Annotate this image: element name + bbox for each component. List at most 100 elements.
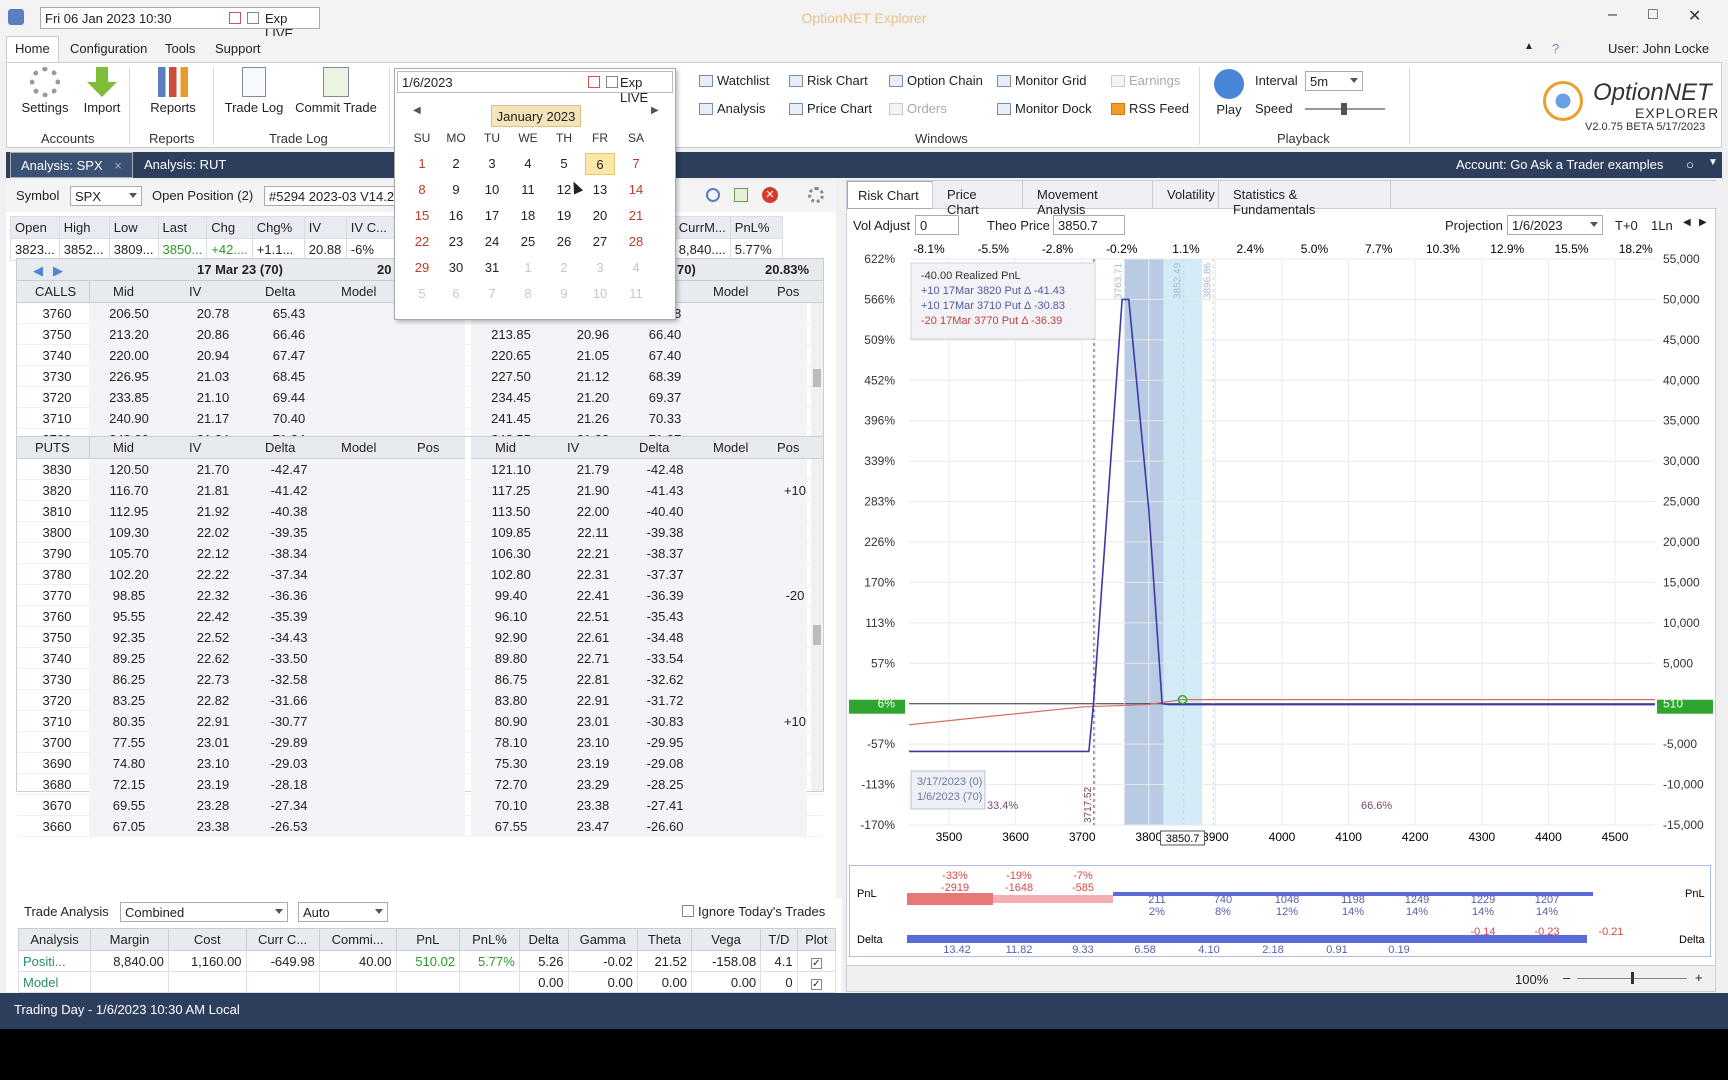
theo-price-input[interactable]: 3850.7 [1053, 215, 1125, 235]
calendar-day[interactable]: 22 [407, 231, 437, 253]
remove-icon[interactable]: ✕ [762, 187, 778, 203]
grid-settings-icon[interactable] [734, 188, 748, 202]
tab-volatility[interactable]: Volatility [1157, 181, 1219, 209]
pin-icon[interactable]: ○ [1686, 157, 1694, 172]
calendar-day[interactable]: 9 [441, 179, 471, 201]
column-header[interactable]: Pos [777, 440, 799, 455]
close-icon[interactable]: ✕ [1688, 6, 1701, 26]
column-header[interactable]: Model [713, 284, 748, 299]
maximize-icon[interactable]: □ [1648, 6, 1658, 24]
table-row[interactable]: 3740 89.25 22.62 -33.50 89.80 22.71 -33.54 [17, 648, 823, 669]
zoom-thumb[interactable] [1631, 972, 1634, 984]
calendar-day[interactable]: 7 [621, 153, 651, 175]
table-row[interactable]: 3800 109.30 22.02 -39.35 109.85 22.11 -39.38 [17, 522, 823, 543]
calendar-day[interactable]: 16 [441, 205, 471, 227]
menu-support[interactable]: Support [215, 41, 261, 56]
tab-stats[interactable]: Statistics & Fundamentals [1223, 181, 1391, 217]
calendar-day[interactable]: 21 [621, 205, 651, 227]
menu-configuration[interactable]: Configuration [70, 41, 147, 56]
gear-icon[interactable] [808, 187, 824, 203]
next-icon[interactable]: ▶ [1699, 217, 1707, 228]
prev-icon[interactable]: ◀ [1683, 217, 1691, 228]
calendar-day[interactable]: 20 [585, 205, 615, 227]
collapse-ribbon-icon[interactable]: ▲ [1524, 41, 1534, 52]
calendar-day[interactable]: 6 [585, 153, 615, 175]
calendar-day[interactable]: 11 [621, 283, 651, 305]
calendar-day[interactable]: 15 [407, 205, 437, 227]
date-picker-input[interactable]: 1/6/2023 Exp LIVE [397, 71, 673, 105]
calendar-day[interactable]: 2 [441, 153, 471, 175]
watchlist-button[interactable]: Watchlist [699, 73, 769, 88]
calendar-day[interactable]: 8 [513, 283, 543, 305]
prev-month-icon[interactable]: ◀ [413, 105, 421, 116]
calendar-day[interactable]: 27 [585, 231, 615, 253]
calendar-day[interactable]: 9 [549, 283, 579, 305]
risk-chart-button[interactable]: Risk Chart [789, 73, 868, 88]
open-position-select[interactable]: #5294 2023-03 V14.2 [264, 186, 398, 206]
calendar-day[interactable]: 5 [407, 283, 437, 305]
projection-select[interactable]: 1/6/2023 [1507, 215, 1603, 235]
calendar-day[interactable]: 1 [407, 153, 437, 175]
tab-analysis-rut[interactable]: Analysis: RUT [144, 157, 226, 172]
column-header[interactable]: IV [567, 440, 579, 455]
calendar-day[interactable]: 4 [513, 153, 543, 175]
calendar-day[interactable]: 14 [621, 179, 651, 201]
table-row[interactable]: 3700 77.55 23.01 -29.89 78.10 23.10 -29.95 [17, 732, 823, 753]
calendar-icon[interactable] [588, 76, 600, 88]
table-row[interactable]: 3820 116.70 21.81 -41.42 117.25 21.90 -41.43 +1… [17, 480, 823, 501]
next-expiry-icon[interactable]: ▶ [53, 263, 63, 279]
price-chart-button[interactable]: Price Chart [789, 101, 872, 116]
column-header[interactable]: Delta [639, 440, 669, 455]
calendar-day[interactable]: 24 [477, 231, 507, 253]
table-row[interactable]: 3750 92.35 22.52 -34.43 92.90 22.61 -34.48 [17, 627, 823, 648]
table-row[interactable]: 3830 120.50 21.70 -42.47 121.10 21.79 -42.48 [17, 459, 823, 480]
rss-feed-button[interactable]: RSS Feed [1111, 101, 1189, 116]
vol-adjust-input[interactable]: 0 [915, 215, 959, 235]
tab-risk-chart[interactable]: Risk Chart [847, 181, 933, 209]
calendar-day[interactable]: 6 [441, 283, 471, 305]
calendar-day[interactable]: 3 [477, 153, 507, 175]
calendar-day[interactable]: 28 [621, 231, 651, 253]
earnings-button[interactable]: Earnings [1111, 73, 1180, 88]
column-header[interactable]: Mid [113, 284, 134, 299]
column-header[interactable]: Pos [417, 440, 439, 455]
table-row[interactable]: 3750 213.20 20.86 66.46 213.85 20.96 66.40 [17, 324, 823, 345]
column-header[interactable]: Model [713, 440, 748, 455]
calendar-day[interactable]: 1 [513, 257, 543, 279]
calendar-day[interactable]: 10 [477, 179, 507, 201]
next-month-icon[interactable]: ▶ [651, 105, 659, 116]
month-header[interactable]: January 2023 [491, 105, 581, 127]
risk-chart-svg[interactable]: 3500 3600 3700 3800 3900 4000 4100 4200 4300 4400… [847, 239, 1715, 859]
prev-expiry-icon[interactable]: ◀ [33, 263, 43, 279]
table-row[interactable]: 3710 240.90 21.17 70.40 241.45 21.26 70.33 [17, 408, 823, 429]
column-header[interactable]: Model [341, 440, 376, 455]
plot-cell[interactable]: ✓ [796, 971, 837, 993]
calendar-day[interactable]: 19 [549, 205, 579, 227]
scrollbar-thumb[interactable] [813, 625, 821, 645]
column-header[interactable]: Mid [113, 440, 134, 455]
column-header[interactable]: Delta [265, 284, 295, 299]
plot-checkbox[interactable]: ✓ [810, 978, 822, 990]
menu-tools[interactable]: Tools [165, 41, 195, 56]
column-header[interactable]: IV [189, 284, 201, 299]
play-button[interactable]: Play [1207, 69, 1251, 117]
calendar-day[interactable]: 23 [441, 231, 471, 253]
table-row[interactable]: 3710 80.35 22.91 -30.77 80.90 23.01 -30.83 +10 [17, 711, 823, 732]
ignore-trades-checkbox[interactable] [682, 905, 694, 917]
calendar-day[interactable]: 7 [477, 283, 507, 305]
grid-icon[interactable] [606, 76, 618, 88]
plot-cell[interactable]: ✓ [796, 950, 837, 972]
plot-checkbox[interactable]: ✓ [810, 957, 822, 969]
close-tab-icon[interactable]: × [114, 158, 122, 173]
trade-row[interactable]: Positi... 8,840.00 1,160.00 -649.98 40.00 510… [17, 950, 837, 972]
combined-select[interactable]: Combined [120, 902, 288, 922]
trade-log-button[interactable]: Trade Log [219, 67, 289, 115]
analysis-button[interactable]: Analysis [699, 101, 765, 116]
column-header[interactable]: Pos [777, 284, 799, 299]
settings-button[interactable]: Settings [15, 67, 75, 115]
zoom-in-icon[interactable]: + [1695, 970, 1703, 985]
zoom-out-icon[interactable]: – [1563, 970, 1570, 985]
calendar-day[interactable]: 10 [585, 283, 615, 305]
option-chain-button[interactable]: Option Chain [889, 73, 983, 88]
interval-select[interactable]: 5m [1305, 71, 1363, 91]
